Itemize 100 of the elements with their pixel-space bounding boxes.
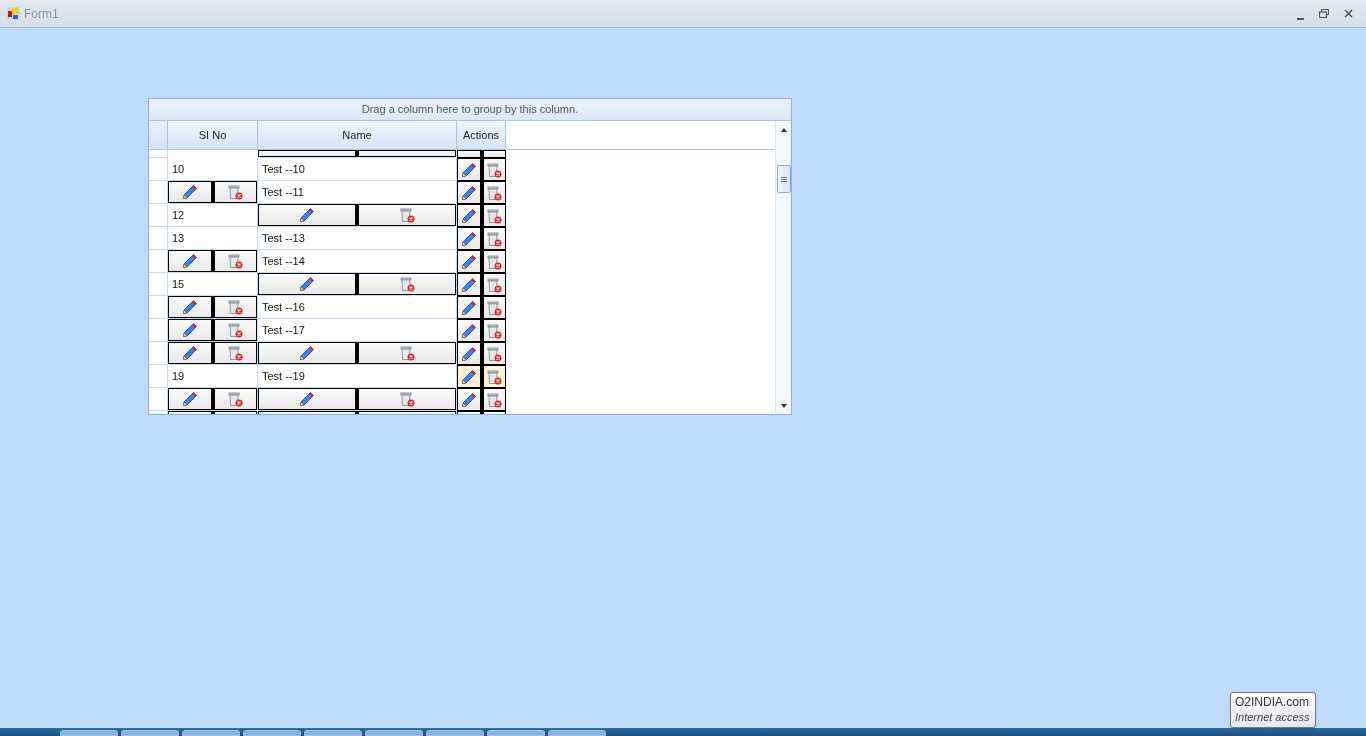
edit-button[interactable] <box>258 150 356 157</box>
delete-button[interactable] <box>482 365 506 388</box>
group-panel: Drag a column here to group by this column. <box>149 99 791 121</box>
edit-button[interactable] <box>168 181 212 203</box>
trash-delete-icon <box>486 345 503 362</box>
edit-button[interactable] <box>258 342 356 364</box>
delete-button[interactable] <box>213 319 257 341</box>
trash-delete-icon <box>399 276 415 292</box>
trash-delete-icon <box>486 230 503 247</box>
delete-button[interactable] <box>482 150 506 158</box>
table-cell-text: 19 <box>171 368 186 384</box>
column-header[interactable]: Actions <box>457 121 506 149</box>
edit-button[interactable] <box>258 204 356 226</box>
pencil-icon <box>299 276 315 292</box>
delete-button[interactable] <box>482 227 506 250</box>
trash-delete-icon <box>486 207 503 224</box>
delete-button[interactable] <box>213 342 257 364</box>
pencil-icon <box>460 368 477 385</box>
edit-button[interactable] <box>457 227 481 250</box>
edit-button[interactable] <box>457 342 481 365</box>
table-cell-text: 15 <box>171 276 186 292</box>
pencil-icon <box>299 207 315 223</box>
edit-button[interactable] <box>457 158 481 181</box>
edit-button[interactable] <box>168 388 212 410</box>
edit-button[interactable] <box>457 250 481 273</box>
trash-delete-icon <box>227 184 244 200</box>
table-cell-text: Test --16 <box>261 299 306 315</box>
tooltip-title: O2INDIA.com <box>1235 695 1310 710</box>
pencil-icon <box>460 299 477 316</box>
edit-button[interactable] <box>168 342 212 364</box>
delete-button[interactable] <box>482 342 506 365</box>
table-cell-text: Test --11 <box>261 184 305 200</box>
column-header[interactable]: Name <box>258 121 457 149</box>
trash-delete-icon <box>227 322 244 338</box>
edit-button[interactable] <box>457 365 481 388</box>
trash-delete-icon <box>399 345 415 361</box>
delete-button[interactable] <box>482 204 506 227</box>
edit-button[interactable] <box>168 250 212 272</box>
delete-button[interactable] <box>482 158 506 181</box>
scrollbar-thumb[interactable] <box>776 165 791 193</box>
table-cell-text: 12 <box>171 207 186 223</box>
table-cell-text: 10 <box>171 161 186 177</box>
delete-button[interactable] <box>482 181 506 204</box>
pencil-icon <box>460 253 477 270</box>
edit-button[interactable] <box>457 296 481 319</box>
delete-button[interactable] <box>213 388 257 410</box>
edit-button[interactable] <box>168 319 212 341</box>
tooltip-subtitle: Internet access <box>1235 710 1311 725</box>
pencil-icon <box>299 391 315 407</box>
scroll-up-icon[interactable] <box>779 126 788 134</box>
trash-delete-icon <box>486 161 503 178</box>
pencil-icon <box>460 161 477 178</box>
edit-button[interactable] <box>258 273 356 295</box>
delete-button[interactable] <box>358 150 456 157</box>
delete-button[interactable] <box>482 388 506 411</box>
pencil-icon <box>181 253 198 269</box>
delete-button[interactable] <box>482 296 506 319</box>
pencil-icon <box>181 345 198 361</box>
restore-button[interactable] <box>1317 6 1331 21</box>
trash-delete-icon <box>486 322 503 339</box>
window-title: Form1 <box>24 5 59 23</box>
edit-button[interactable] <box>457 388 481 411</box>
pencil-icon <box>460 230 477 247</box>
edit-button[interactable] <box>168 296 212 318</box>
delete-button[interactable] <box>482 273 506 296</box>
table-cell-text: Test --13 <box>261 230 306 246</box>
pencil-icon <box>460 322 477 339</box>
pencil-icon <box>460 184 477 201</box>
delete-button[interactable] <box>358 204 456 226</box>
trash-delete-icon <box>227 299 244 315</box>
trash-delete-icon <box>227 391 244 407</box>
trash-delete-icon <box>486 253 503 270</box>
pencil-icon <box>299 345 315 361</box>
edit-button[interactable] <box>457 273 481 296</box>
trash-delete-icon <box>486 299 503 316</box>
delete-button[interactable] <box>482 250 506 273</box>
delete-button[interactable] <box>482 319 506 342</box>
pencil-icon <box>181 184 198 200</box>
delete-button[interactable] <box>358 388 456 410</box>
edit-button[interactable] <box>457 150 481 158</box>
scroll-down-icon[interactable] <box>779 402 788 410</box>
delete-button[interactable] <box>358 273 456 295</box>
pencil-icon <box>181 391 198 407</box>
pencil-icon <box>460 345 477 362</box>
table-cell-text: Test --19 <box>261 368 306 384</box>
edit-button[interactable] <box>457 319 481 342</box>
table-cell-text: Test --14 <box>261 253 306 269</box>
edit-button[interactable] <box>457 181 481 204</box>
column-header[interactable]: SI No <box>168 121 258 149</box>
pencil-icon <box>181 299 198 315</box>
edit-button[interactable] <box>258 388 356 410</box>
trash-delete-icon <box>227 345 244 361</box>
delete-button[interactable] <box>213 181 257 203</box>
edit-button[interactable] <box>457 204 481 227</box>
vertical-scrollbar[interactable] <box>775 121 791 414</box>
trash-delete-icon <box>486 391 503 408</box>
app-icon <box>7 7 20 20</box>
delete-button[interactable] <box>358 342 456 364</box>
delete-button[interactable] <box>213 250 257 272</box>
delete-button[interactable] <box>213 296 257 318</box>
